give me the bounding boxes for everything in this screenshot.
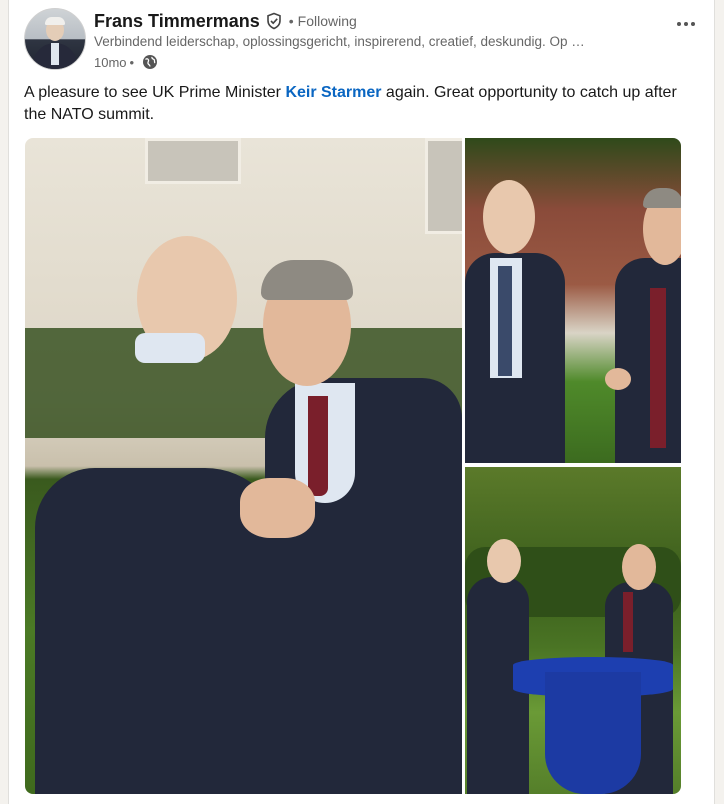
post-time: 10mo — [94, 54, 127, 70]
figure-right-head — [622, 544, 656, 590]
building-window — [425, 138, 462, 234]
cocktail-table-base — [545, 672, 641, 794]
post-meta: 10mo • — [94, 54, 158, 70]
photo-handshake[interactable] — [25, 138, 462, 794]
meta-separator: • — [129, 54, 135, 70]
figure-right-suit — [615, 258, 681, 463]
mention-link[interactable]: Keir Starmer — [285, 84, 381, 101]
figure-right-hair — [643, 188, 681, 208]
building-window — [145, 138, 241, 184]
globe-icon — [142, 54, 158, 70]
figure-right-tie — [623, 592, 633, 652]
figure-right-hair — [261, 260, 353, 300]
figure-left-head — [483, 180, 535, 254]
author-name[interactable]: Frans Timmermans — [94, 11, 260, 32]
figure-right-tie — [650, 288, 666, 448]
photo-table-conversation[interactable] — [465, 467, 681, 794]
author-headline: Verbindend leiderschap, oplossingsgerich… — [94, 34, 585, 49]
verified-shield-icon — [265, 12, 283, 30]
figure-left-collar — [135, 333, 205, 363]
separator-dot: • — [288, 13, 294, 29]
figure-right-tie — [308, 396, 328, 496]
post-text-before: A pleasure to see UK Prime Minister — [24, 84, 286, 101]
follow-status: Following — [297, 13, 357, 29]
figure-left-tie — [498, 266, 512, 376]
feed-post-card: Frans Timmermans • Following Verbindend … — [8, 0, 715, 804]
hands — [240, 478, 315, 538]
post-text: A pleasure to see UK Prime Minister Keir… — [24, 82, 694, 126]
author-name-row: Frans Timmermans • Following — [94, 10, 357, 32]
hand-with-glass — [605, 368, 631, 390]
more-options-icon[interactable] — [674, 12, 698, 36]
figure-left-head — [487, 539, 521, 583]
author-avatar[interactable] — [24, 8, 86, 70]
photo-laughing[interactable] — [465, 138, 681, 463]
